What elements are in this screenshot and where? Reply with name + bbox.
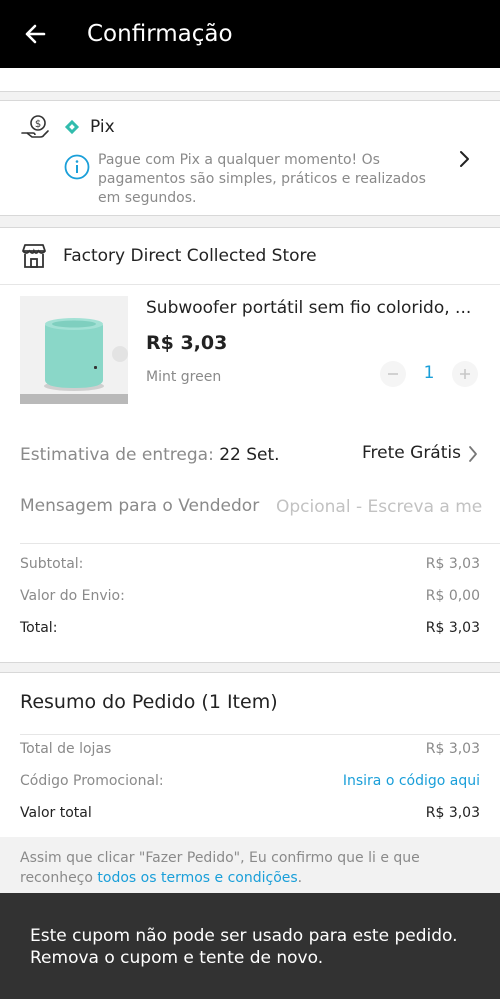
store-total-value: R$ 3,03 — [425, 620, 480, 636]
payment-description: Pague com Pix a qualquer momento! Os pag… — [98, 152, 426, 206]
seller-message-label: Mensagem para o Vendedor — [20, 496, 260, 516]
terms-end: . — [297, 870, 303, 886]
stores-total-label: Total de lojas — [20, 741, 112, 757]
order-summary-card: Resumo do Pedido (1 Item) Total de lojas… — [0, 672, 500, 837]
delivery-date: 22 Set. — [219, 445, 280, 465]
payment-method-name: Pix — [90, 117, 115, 137]
grand-total-label: Valor total — [20, 805, 92, 821]
decrease-quantity-button[interactable] — [380, 361, 406, 387]
toast-line-2: Remova o cupom e tente de novo. — [30, 948, 324, 968]
promo-code-link[interactable]: Insira o código aqui — [343, 773, 480, 789]
chevron-right-icon[interactable] — [466, 444, 480, 464]
svg-text:$: $ — [35, 119, 41, 130]
stores-total-row: Total de lojas R$ 3,03 — [20, 741, 480, 757]
store-total-row: Total: R$ 3,03 — [20, 620, 480, 636]
plus-icon — [460, 369, 470, 379]
shipping-option[interactable]: Frete Grátis — [362, 443, 461, 463]
promo-code-row: Código Promocional: Insira o código aqui — [20, 773, 480, 789]
error-toast: Este cupom não pode ser usado para este … — [0, 893, 500, 999]
shipping-cost-value: R$ 0,00 — [425, 588, 480, 604]
product-price: R$ 3,03 — [146, 332, 228, 354]
shipping-cost-label: Valor do Envio: — [20, 588, 125, 604]
payment-method-card[interactable]: $ Pix Pague com Pix a qualquer momento! … — [0, 100, 500, 216]
grand-total-value: R$ 3,03 — [425, 805, 480, 821]
divider — [0, 284, 500, 285]
terms-link[interactable]: todos os termos e condições — [97, 870, 297, 886]
quantity-stepper: 1 — [378, 359, 480, 389]
chevron-right-icon[interactable] — [456, 148, 472, 170]
toast-line-1: Este cupom não pode ser usado para este … — [30, 926, 458, 946]
stores-total-value: R$ 3,03 — [425, 741, 480, 757]
divider — [20, 543, 500, 544]
terms-notice: Assim que clicar "Fazer Pedido", Eu conf… — [20, 848, 490, 888]
quantity-value: 1 — [423, 363, 435, 383]
page-title: Confirmação — [87, 21, 233, 47]
product-title[interactable]: Subwoofer portátil sem fio colorido, ... — [146, 298, 481, 318]
store-name[interactable]: Factory Direct Collected Store — [63, 246, 317, 266]
subtotal-label: Subtotal: — [20, 556, 84, 572]
hand-money-icon: $ — [21, 115, 49, 138]
increase-quantity-button[interactable] — [452, 361, 478, 387]
top-strip — [0, 68, 500, 92]
order-summary-title: Resumo do Pedido (1 Item) — [20, 691, 278, 713]
promo-code-label: Código Promocional: — [20, 773, 164, 789]
store-icon — [22, 244, 46, 268]
back-button[interactable] — [0, 0, 70, 68]
divider — [20, 734, 500, 735]
store-order-card: Factory Direct Collected Store Subwoofer… — [0, 227, 500, 663]
grand-total-row: Valor total R$ 3,03 — [20, 805, 480, 821]
subtotal-value: R$ 3,03 — [425, 556, 480, 572]
shipping-cost-row: Valor do Envio: R$ 0,00 — [20, 588, 480, 604]
delivery-estimate-label: Estimativa de entrega: — [20, 445, 220, 465]
delivery-estimate: Estimativa de entrega: 22 Set. — [20, 445, 280, 465]
pix-logo-icon — [64, 119, 80, 135]
speaker-product-image — [20, 296, 128, 404]
info-icon — [64, 154, 90, 180]
seller-message-input[interactable] — [276, 494, 482, 520]
top-app-bar: Confirmação — [0, 0, 500, 68]
minus-icon — [388, 373, 398, 375]
store-total-label: Total: — [20, 620, 58, 636]
subtotal-row: Subtotal: R$ 3,03 — [20, 556, 480, 572]
product-image[interactable] — [20, 296, 128, 404]
product-variant: Mint green — [146, 369, 222, 385]
arrow-left-icon — [25, 24, 46, 44]
